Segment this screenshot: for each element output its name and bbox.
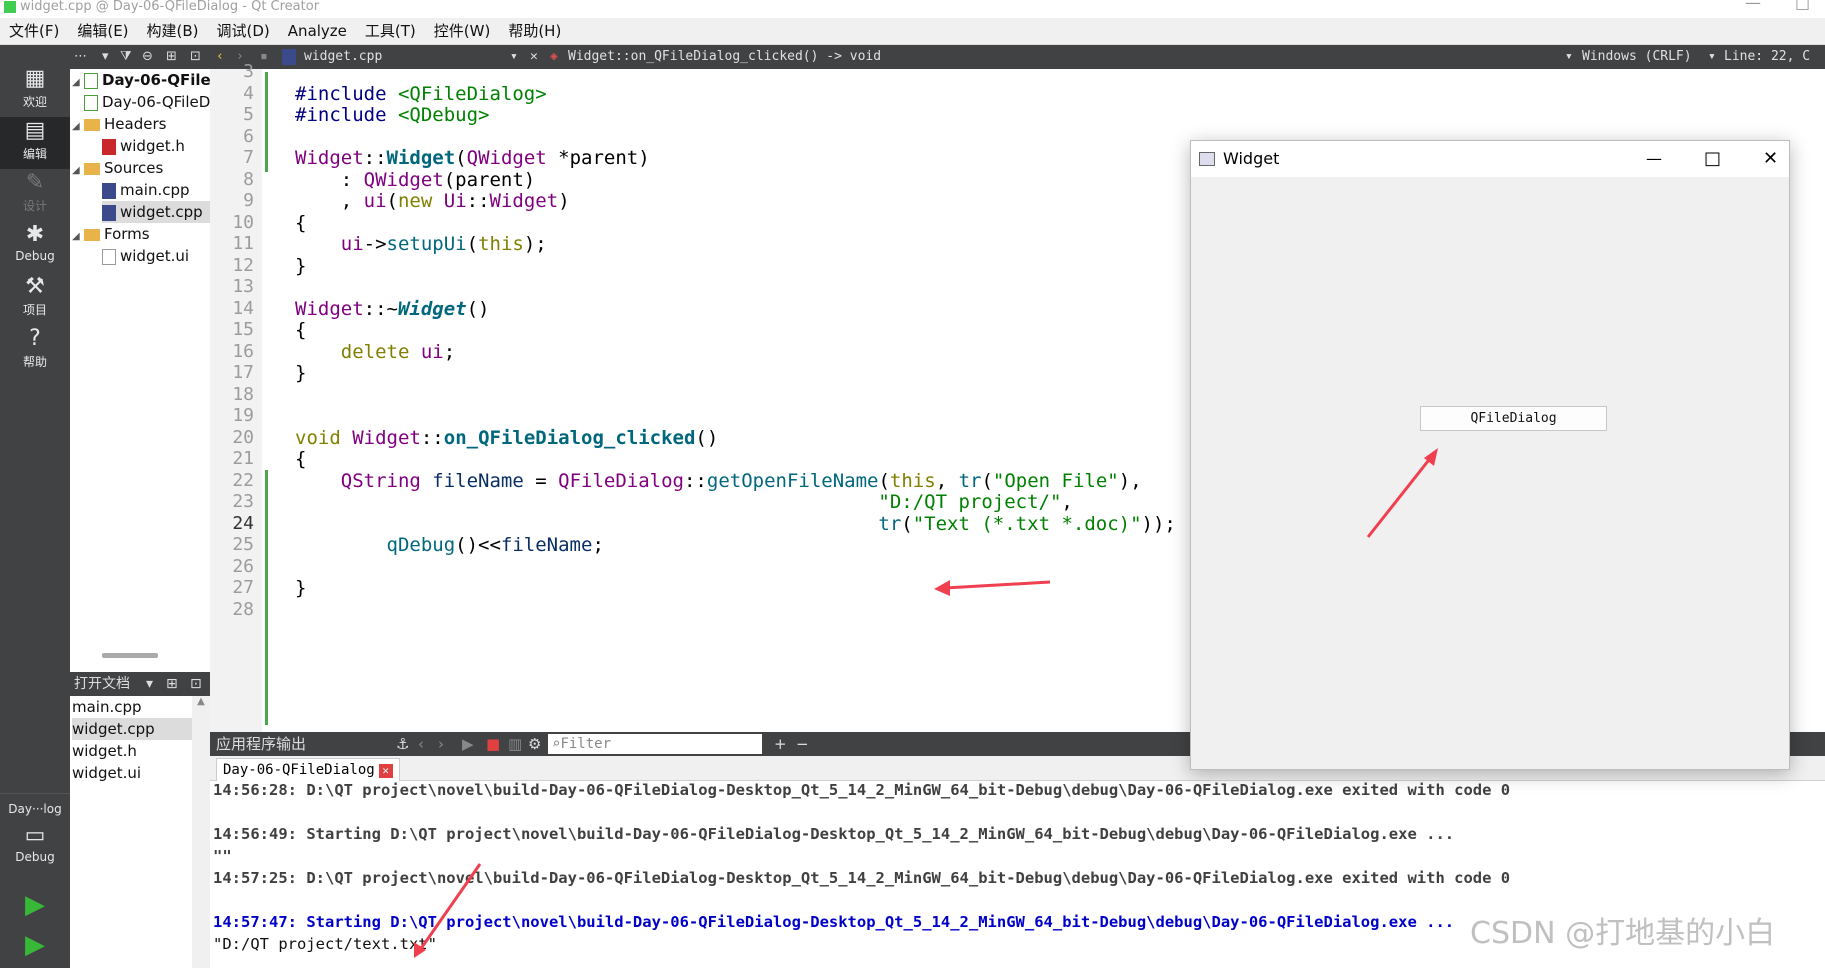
arrow-to-path [934, 580, 1051, 596]
watermark: CSDN @打地基的小白 [1470, 916, 1776, 951]
annotation-arrows [414, 448, 1438, 958]
arrow-to-output [414, 863, 482, 958]
arrow-to-button [1366, 448, 1438, 538]
